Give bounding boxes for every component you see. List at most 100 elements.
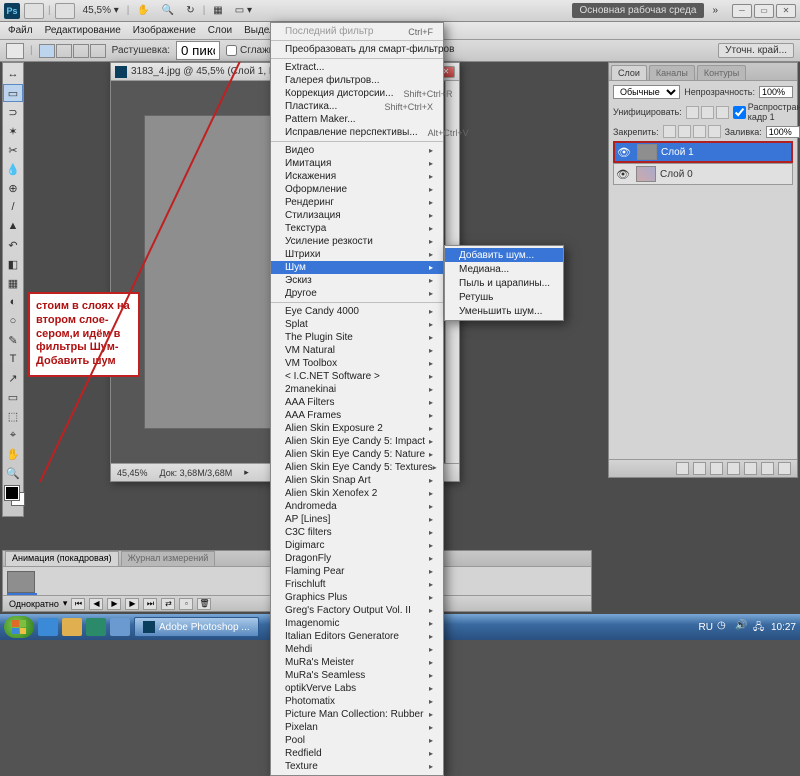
menu-edit[interactable]: Редактирование (39, 23, 127, 38)
menu-plugin-item[interactable]: Splat▸ (271, 318, 443, 331)
menu-plugin-item[interactable]: Mehdi▸ (271, 643, 443, 656)
history-brush-tool[interactable]: ↶ (3, 236, 23, 254)
menu-group-sketch[interactable]: Эскиз▸ (271, 274, 443, 287)
layer-thumbnail[interactable] (637, 144, 657, 160)
tab-channels[interactable]: Каналы (649, 65, 695, 80)
color-swatches[interactable] (3, 486, 23, 514)
menu-plugin-item[interactable]: Frischluft▸ (271, 578, 443, 591)
selection-new-icon[interactable] (39, 44, 55, 58)
arrange-icon[interactable]: ▦ (209, 5, 226, 16)
selection-subtract-icon[interactable] (73, 44, 89, 58)
last-frame-button[interactable]: ⏭ (143, 598, 157, 610)
menu-plugin-item[interactable]: Alien Skin Eye Candy 5: Nature▸ (271, 448, 443, 461)
menu-lens-correction[interactable]: Коррекция дисторсии...Shift+Ctrl+R (271, 87, 443, 100)
tab-animation[interactable]: Анимация (покадровая) (5, 551, 119, 566)
tray-icon[interactable]: ◷ (717, 620, 731, 634)
delete-layer-icon[interactable] (778, 462, 791, 475)
menu-plugin-item[interactable]: AP [Lines]▸ (271, 513, 443, 526)
ps-icon[interactable]: Ps (4, 3, 20, 19)
menu-plugin-item[interactable]: Andromeda▸ (271, 500, 443, 513)
menu-plugin-item[interactable]: Alien Skin Snap Art▸ (271, 474, 443, 487)
adjustment-layer-icon[interactable] (727, 462, 740, 475)
selection-add-icon[interactable] (56, 44, 72, 58)
menu-plugin-item[interactable]: optikVerve Labs▸ (271, 682, 443, 695)
menu-plugin-item[interactable]: Italian Editors Generatore▸ (271, 630, 443, 643)
menu-plugin-item[interactable]: VM Toolbox▸ (271, 357, 443, 370)
duplicate-frame-button[interactable]: ▫ (179, 598, 193, 610)
menu-pattern-maker[interactable]: Pattern Maker... (271, 113, 443, 126)
layer-row-1[interactable]: 👁 Слой 1 (613, 141, 793, 163)
lock-all-icon[interactable] (708, 125, 721, 138)
menu-plugin-item[interactable]: MuRa's Meister▸ (271, 656, 443, 669)
lock-pos-icon[interactable] (693, 125, 706, 138)
menu-group-texture[interactable]: Текстура▸ (271, 222, 443, 235)
pen-tool[interactable]: ✎ (3, 331, 23, 349)
quickselect-tool[interactable]: ✶ (3, 122, 23, 140)
doc-zoom-display[interactable]: 45,45% (117, 468, 148, 478)
type-tool[interactable]: T (3, 350, 23, 368)
layer-group-icon[interactable] (744, 462, 757, 475)
workspace-more[interactable]: » (708, 5, 722, 16)
first-frame-button[interactable]: ⏮ (71, 598, 85, 610)
tab-measure-log[interactable]: Журнал измерений (121, 551, 216, 566)
menu-plugin-item[interactable]: Redfield▸ (271, 747, 443, 760)
doc-info-display[interactable]: Док: 3,68M/3,68M (160, 468, 233, 478)
shape-tool[interactable]: ▭ (3, 388, 23, 406)
menu-smart-filter[interactable]: Преобразовать для смарт-фильтров (271, 43, 443, 56)
minimize-button[interactable]: ─ (732, 4, 752, 18)
menu-plugin-item[interactable]: AAA Filters▸ (271, 396, 443, 409)
3d-camera-tool[interactable]: ⌖ (3, 426, 23, 444)
visibility-toggle-icon[interactable]: 👁 (615, 146, 633, 159)
crop-tool[interactable]: ✂ (3, 141, 23, 159)
clock[interactable]: 10:27 (771, 622, 796, 633)
zoom-tool[interactable]: 🔍 (3, 464, 23, 482)
prev-frame-button[interactable]: ◀ (89, 598, 103, 610)
layer-style-icon[interactable] (693, 462, 706, 475)
tray-volume-icon[interactable]: 🔊 (735, 620, 749, 634)
move-tool[interactable]: ↔ (3, 65, 23, 83)
layer-name[interactable]: Слой 0 (660, 169, 693, 180)
quicklaunch-folder-icon[interactable] (62, 618, 82, 636)
menu-group-strokes[interactable]: Штрихи▸ (271, 248, 443, 261)
marquee-tool[interactable]: ▭ (3, 84, 23, 102)
hand-tool-icon[interactable]: ✋ (133, 5, 153, 16)
loop-select[interactable]: Однократно (9, 599, 59, 609)
menu-vanishing-point[interactable]: Исправление перспективы...Alt+Ctrl+V (271, 126, 443, 139)
visibility-toggle-icon[interactable]: 👁 (614, 168, 632, 181)
menu-plugin-item[interactable]: AAA Frames▸ (271, 409, 443, 422)
eraser-tool[interactable]: ◧ (3, 255, 23, 273)
blend-mode-select[interactable]: Обычные (613, 85, 680, 99)
menu-plugin-item[interactable]: DragonFly▸ (271, 552, 443, 565)
menu-plugin-item[interactable]: MuRa's Seamless▸ (271, 669, 443, 682)
menu-group-video[interactable]: Видео▸ (271, 144, 443, 157)
new-layer-icon[interactable] (761, 462, 774, 475)
healing-tool[interactable]: ⊕ (3, 179, 23, 197)
play-button[interactable]: ▶ (107, 598, 121, 610)
close-button[interactable]: ✕ (776, 4, 796, 18)
br-icon[interactable] (24, 3, 44, 19)
path-tool[interactable]: ↗ (3, 369, 23, 387)
submenu-retouch[interactable]: Ретушь (445, 290, 563, 304)
menu-plugin-item[interactable]: Alien Skin Xenofex 2▸ (271, 487, 443, 500)
workspace-switcher[interactable]: Основная рабочая среда (572, 3, 705, 18)
submenu-median[interactable]: Медиана... (445, 262, 563, 276)
menu-plugin-item[interactable]: Eye Candy 4000▸ (271, 305, 443, 318)
menu-group-other[interactable]: Другое▸ (271, 287, 443, 300)
eyedropper-tool[interactable]: 💧 (3, 160, 23, 178)
layer-thumbnail[interactable] (636, 166, 656, 182)
menu-last-filter[interactable]: Последний фильтрCtrl+F (271, 25, 443, 38)
marquee-tool-preset[interactable] (6, 43, 24, 59)
maximize-button[interactable]: ▭ (754, 4, 774, 18)
submenu-add-noise[interactable]: Добавить шум... (445, 248, 563, 262)
screenmode-icon[interactable]: ▭ ▾ (231, 5, 256, 16)
menu-group-render[interactable]: Рендеринг▸ (271, 196, 443, 209)
3d-tool[interactable]: ⬚ (3, 407, 23, 425)
menu-plugin-item[interactable]: Imagenomic▸ (271, 617, 443, 630)
feather-input[interactable] (176, 41, 220, 60)
menu-plugin-item[interactable]: Alien Skin Exposure 2▸ (271, 422, 443, 435)
lock-trans-icon[interactable] (663, 125, 676, 138)
menu-group-noise[interactable]: Шум▸ (271, 261, 443, 274)
menu-group-distort[interactable]: Искажения▸ (271, 170, 443, 183)
unify-style-icon[interactable] (716, 106, 729, 119)
stamp-tool[interactable]: ▲ (3, 217, 23, 235)
